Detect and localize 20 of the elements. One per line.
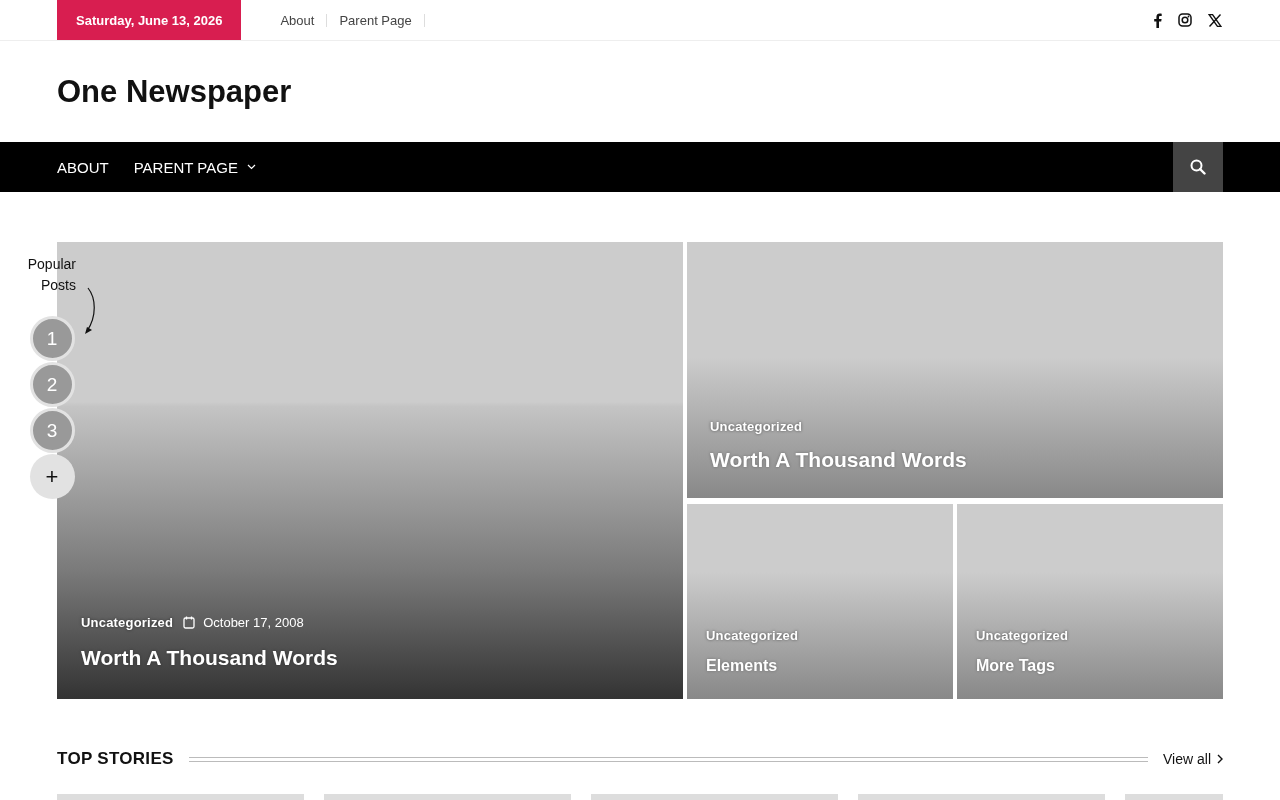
site-title[interactable]: One Newspaper xyxy=(57,73,292,110)
section-title: TOP STORIES xyxy=(57,749,174,769)
more-button[interactable]: + xyxy=(29,454,75,499)
nav-item[interactable]: PARENT PAGE xyxy=(133,158,256,176)
search-icon xyxy=(1190,159,1206,175)
calendar-icon xyxy=(183,616,196,629)
chevron-right-icon xyxy=(1217,754,1223,764)
post-date: October 17, 2008 xyxy=(203,615,304,630)
nav-item[interactable]: ABOUT xyxy=(57,158,109,176)
category-link[interactable]: Uncategorized xyxy=(81,615,174,630)
search-button[interactable] xyxy=(1173,142,1223,192)
popular-posts-label: Popular Posts xyxy=(26,255,76,295)
top-link[interactable]: About xyxy=(261,13,328,27)
x-icon[interactable] xyxy=(1208,13,1222,27)
instagram-icon[interactable] xyxy=(1178,13,1192,27)
view-all-link[interactable]: View all xyxy=(1163,751,1223,767)
post-title[interactable]: Worth A Thousand Words xyxy=(81,646,659,670)
facebook-icon[interactable] xyxy=(1153,12,1162,28)
top-link[interactable]: Parent Page xyxy=(327,13,425,27)
date-badge: Saturday, June 13, 2026 xyxy=(57,0,242,40)
